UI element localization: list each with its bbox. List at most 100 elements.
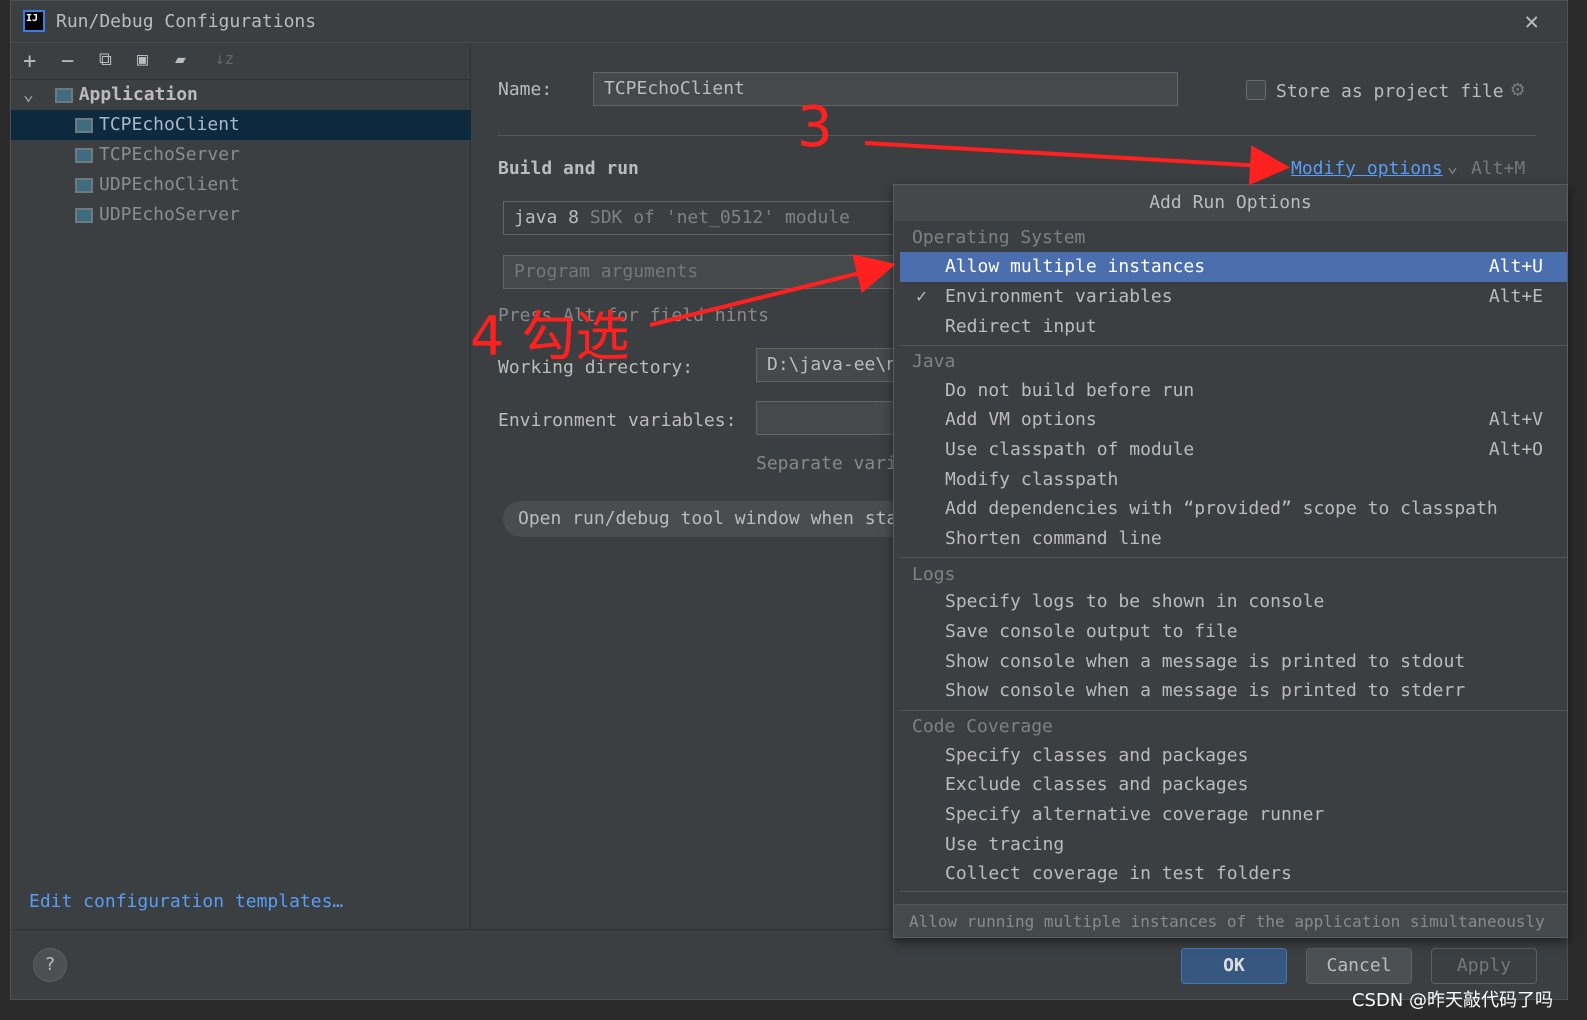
tree-item-label: TCPEchoClient [99,114,240,135]
divider [498,135,1536,136]
section-title: Build and run [498,158,639,179]
tree-item[interactable]: TCPEchoServer [11,140,471,170]
modify-options-link[interactable]: Modify options [1291,158,1443,179]
option-label: Specify classes and packages [945,745,1249,766]
tree-item[interactable]: UDPEchoClient [11,170,471,200]
annotation-step-3: 3 [797,95,833,160]
tree-item[interactable]: UDPEchoServer [11,200,471,230]
watermark: CSDN @昨天敲代码了吗 [1351,990,1553,1011]
gear-icon[interactable]: ⚙ [1511,77,1524,102]
section-label: Java [912,351,956,372]
program-arguments-input[interactable]: Program arguments [503,255,903,289]
section-label: Code Coverage [912,716,1053,737]
option-item[interactable]: Specify classes and packages [900,741,1567,771]
annotation-step-4: 4 勾选 [470,305,630,368]
tree-item[interactable]: TCPEchoClient [11,110,471,140]
option-label: Show console when a message is printed t… [945,651,1466,672]
option-label: Collect coverage in test folders [945,863,1292,884]
plus-icon[interactable]: + [23,49,36,74]
option-label: Exclude classes and packages [945,774,1249,795]
divider [900,891,1567,892]
application-icon [75,177,93,193]
application-icon [54,87,73,103]
tree-toolbar: + − ⧉ ▣ ▰ ↓z [11,43,471,80]
store-project-checkbox[interactable] [1246,80,1266,100]
option-item[interactable]: Add dependencies with “provided” scope t… [900,494,1567,524]
tree-item-label: UDPEchoClient [99,174,240,195]
sdk-select[interactable]: java 8 SDK of 'net_0512' module [503,201,903,235]
option-item[interactable]: Specify logs to be shown in console [900,587,1567,617]
minus-icon[interactable]: − [61,49,74,74]
checkmark-icon: ✓ [916,286,927,307]
copy-icon[interactable]: ⧉ [99,49,112,70]
option-label: Add VM options [945,409,1097,430]
option-item[interactable]: Show console when a message is printed t… [900,647,1567,677]
name-label: Name: [498,79,553,100]
option-label: Specify logs to be shown in console [945,591,1325,612]
option-redirect-input[interactable]: Redirect input [900,312,1567,342]
option-label: Show console when a message is printed t… [945,680,1466,701]
ok-button[interactable]: OK [1181,948,1287,984]
env-label: Environment variables: [498,410,737,431]
option-label: Do not build before run [945,380,1195,401]
option-shortcut: Alt+U [1488,256,1543,277]
option-label: Use classpath of module [945,439,1195,460]
section-label: Operating System [912,227,1086,248]
option-item[interactable]: Show console when a message is printed t… [900,676,1567,706]
application-icon [75,147,93,163]
cancel-button[interactable]: Cancel [1306,948,1412,984]
add-run-options-popup: Add Run Options Operating System Allow m… [893,184,1568,938]
divider [900,557,1567,558]
section-label: Logs [912,564,956,585]
option-item[interactable]: Do not build before run [900,376,1567,406]
option-description: Allow running multiple instances of the … [894,904,1567,937]
tree-item-label: TCPEchoServer [99,144,240,165]
option-label: Specify alternative coverage runner [945,804,1325,825]
option-label: Modify classpath [945,469,1119,490]
option-item[interactable]: Add VM options Alt+V [900,405,1567,435]
dialog-footer: ? OK Cancel Apply [11,929,1567,1001]
option-shortcut: Alt+E [1488,286,1543,307]
option-shortcut: Alt+O [1488,439,1543,460]
option-allow-multiple-instances[interactable]: Allow multiple instances Alt+U [900,252,1567,282]
config-tree-panel: + − ⧉ ▣ ▰ ↓z ⌄ Application TCPEchoClient… [11,43,471,929]
option-item[interactable]: Modify classpath [900,465,1567,495]
help-button[interactable]: ? [33,948,67,982]
name-input[interactable]: TCPEchoClient [593,72,1178,106]
option-item[interactable]: Save console output to file [900,617,1567,647]
save-icon[interactable]: ▣ [137,49,148,70]
close-icon[interactable]: ✕ [1525,7,1539,35]
option-shortcut: Alt+V [1488,409,1543,430]
option-label: Allow multiple instances [945,256,1206,277]
new-folder-icon[interactable]: ▰ [175,49,186,70]
chevron-down-icon[interactable]: ⌄ [23,84,34,105]
open-tool-window-option[interactable]: Open run/debug tool window when sta [503,501,923,537]
apply-button[interactable]: Apply [1431,948,1537,984]
option-label: Use tracing [945,834,1065,855]
option-label: Environment variables [945,286,1173,307]
sdk-hint: SDK of 'net_0512' module [589,207,850,228]
option-item[interactable]: Use classpath of module Alt+O [900,435,1567,465]
sort-icon[interactable]: ↓z [215,49,234,68]
title-bar: IJ Run/Debug Configurations ✕ [11,1,1567,43]
popup-title: Add Run Options [894,185,1567,221]
sdk-value: java 8 [514,207,580,228]
option-item[interactable]: Specify alternative coverage runner [900,800,1567,830]
option-label: Save console output to file [945,621,1238,642]
env-input[interactable] [756,401,906,435]
option-item[interactable]: Shorten command line [900,524,1567,554]
option-item[interactable]: Use tracing [900,830,1567,860]
divider [900,710,1567,711]
option-environment-variables[interactable]: ✓ Environment variables Alt+E [900,282,1567,312]
application-icon [75,207,93,223]
option-label: Redirect input [945,316,1097,337]
option-item[interactable]: Collect coverage in test folders [900,859,1567,889]
application-icon [75,117,93,133]
tree-group-application[interactable]: ⌄ Application [11,80,471,110]
env-hint: Separate vari [756,453,897,474]
intellij-logo-icon: IJ [23,10,45,32]
workdir-input[interactable]: D:\java-ee\n [756,348,906,382]
option-item[interactable]: Exclude classes and packages [900,770,1567,800]
edit-templates-link[interactable]: Edit configuration templates… [29,891,343,912]
divider [900,345,1567,346]
